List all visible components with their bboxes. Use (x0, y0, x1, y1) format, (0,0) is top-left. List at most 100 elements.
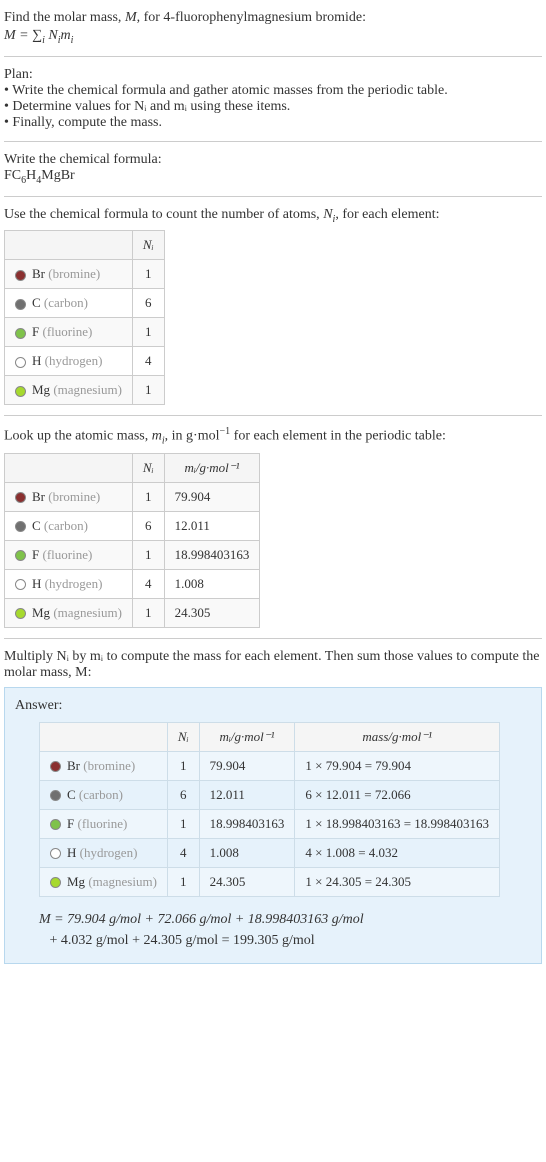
mass-cell: 1 × 79.904 = 79.904 (295, 751, 500, 780)
element-name: (magnesium) (53, 382, 122, 397)
plan-block: Plan: • Write the chemical formula and g… (4, 61, 542, 137)
element-swatch (15, 270, 26, 281)
element-cell: C (carbon) (5, 511, 133, 540)
count-title-b: , for each element: (335, 207, 439, 222)
plan-list: • Write the chemical formula and gather … (4, 83, 542, 131)
count-N: N (323, 207, 332, 222)
answer-box: Answer: Nᵢ mᵢ/g·mol⁻¹ mass/g·mol⁻¹ Br (b… (4, 687, 542, 964)
m-cell: 79.904 (164, 482, 260, 511)
element-cell: C (carbon) (40, 780, 168, 809)
element-symbol: Br (67, 758, 80, 773)
element-name: (bromine) (48, 489, 100, 504)
count-title: Use the chemical formula to count the nu… (4, 207, 542, 225)
table-row: C (carbon)612.011 (5, 511, 260, 540)
element-symbol: F (67, 816, 74, 831)
table-row: Br (bromine)179.904 (5, 482, 260, 511)
element-name: (bromine) (83, 758, 135, 773)
element-swatch (15, 521, 26, 532)
element-cell: F (fluorine) (5, 318, 133, 347)
n-cell: 1 (132, 318, 164, 347)
intro-line: Find the molar mass, M, for 4-fluorophen… (4, 10, 542, 26)
eq-m: m (61, 28, 71, 43)
intro-eq: M = ∑i Nimi (4, 28, 542, 46)
element-cell: H (hydrogen) (5, 347, 133, 376)
count-block: Use the chemical formula to count the nu… (4, 201, 542, 412)
element-symbol: H (32, 353, 41, 368)
mass-cell: 1 × 18.998403163 = 18.998403163 (295, 809, 500, 838)
count-title-a: Use the chemical formula to count the nu… (4, 207, 323, 222)
element-swatch (50, 877, 61, 888)
element-name: (fluorine) (77, 816, 127, 831)
table-row: H (hydrogen)41.0084 × 1.008 = 4.032 (40, 838, 500, 867)
element-swatch (15, 386, 26, 397)
element-name: (hydrogen) (80, 845, 138, 860)
table-row: F (fluorine)1 (5, 318, 165, 347)
table-header-blank (40, 722, 168, 751)
table-header-m: mᵢ/g·mol⁻¹ (199, 722, 295, 751)
element-swatch (50, 790, 61, 801)
n-cell: 4 (132, 569, 164, 598)
final-line1: M = 79.904 g/mol + 72.066 g/mol + 18.998… (39, 912, 364, 927)
mass-table: Nᵢ mᵢ/g·mol⁻¹ Br (bromine)179.904 C (car… (4, 453, 260, 628)
m-cell: 12.011 (164, 511, 260, 540)
element-cell: Mg (magnesium) (5, 598, 133, 627)
element-swatch (15, 550, 26, 561)
n-cell: 6 (167, 780, 199, 809)
table-header-m: mᵢ/g·mol⁻¹ (164, 453, 260, 482)
element-name: (bromine) (48, 266, 100, 281)
element-symbol: Mg (32, 382, 50, 397)
element-cell: C (carbon) (5, 289, 133, 318)
n-cell: 4 (167, 838, 199, 867)
element-cell: F (fluorine) (40, 809, 168, 838)
element-swatch (15, 492, 26, 503)
divider (4, 196, 542, 197)
mass-block: Look up the atomic mass, mi, in g·mol−1 … (4, 420, 542, 633)
divider (4, 415, 542, 416)
answer-table: Nᵢ mᵢ/g·mol⁻¹ mass/g·mol⁻¹ Br (bromine)1… (39, 722, 500, 897)
n-cell: 6 (132, 511, 164, 540)
element-cell: H (hydrogen) (5, 569, 133, 598)
element-swatch (15, 328, 26, 339)
element-name: (carbon) (79, 787, 123, 802)
table-row: C (carbon)612.0116 × 12.011 = 72.066 (40, 780, 500, 809)
m-cell: 79.904 (199, 751, 295, 780)
divider (4, 638, 542, 639)
element-cell: Br (bromine) (5, 260, 133, 289)
formula-part: H (26, 168, 36, 183)
table-row: F (fluorine)118.9984031631 × 18.99840316… (40, 809, 500, 838)
element-name: (carbon) (44, 295, 88, 310)
m-cell: 12.011 (199, 780, 295, 809)
intro-M: M (125, 10, 137, 25)
plan-title: Plan: (4, 67, 542, 83)
table-header-mass: mass/g·mol⁻¹ (295, 722, 500, 751)
element-symbol: C (32, 518, 41, 533)
table-row: Mg (magnesium)124.305 (5, 598, 260, 627)
table-row: F (fluorine)118.998403163 (5, 540, 260, 569)
mass-cell: 1 × 24.305 = 24.305 (295, 867, 500, 896)
n-cell: 6 (132, 289, 164, 318)
compute-block: Multiply Nᵢ by mᵢ to compute the mass fo… (4, 643, 542, 970)
mass-title-c: for each element in the periodic table: (230, 429, 446, 444)
n-cell: 1 (132, 598, 164, 627)
element-cell: Br (bromine) (5, 482, 133, 511)
mass-title-b: , in g·mol (165, 429, 220, 444)
element-cell: F (fluorine) (5, 540, 133, 569)
element-symbol: Mg (32, 605, 50, 620)
element-swatch (15, 299, 26, 310)
table-header-row: Nᵢ mᵢ/g·mol⁻¹ (5, 453, 260, 482)
n-cell: 1 (132, 260, 164, 289)
element-name: (carbon) (44, 518, 88, 533)
n-cell: 4 (132, 347, 164, 376)
plan-item: • Write the chemical formula and gather … (4, 83, 542, 99)
plan-item: • Finally, compute the mass. (4, 115, 542, 131)
formula-title: Write the chemical formula: (4, 152, 542, 168)
mass-title-a: Look up the atomic mass, (4, 429, 152, 444)
formula-part: MgBr (41, 168, 74, 183)
element-cell: Mg (magnesium) (40, 867, 168, 896)
table-row: H (hydrogen)41.008 (5, 569, 260, 598)
intro-text-a: Find the molar mass, (4, 10, 125, 25)
element-symbol: Br (32, 266, 45, 281)
eq-left: M = ∑ (4, 28, 42, 43)
mass-cell: 4 × 1.008 = 4.032 (295, 838, 500, 867)
table-row: H (hydrogen)4 (5, 347, 165, 376)
